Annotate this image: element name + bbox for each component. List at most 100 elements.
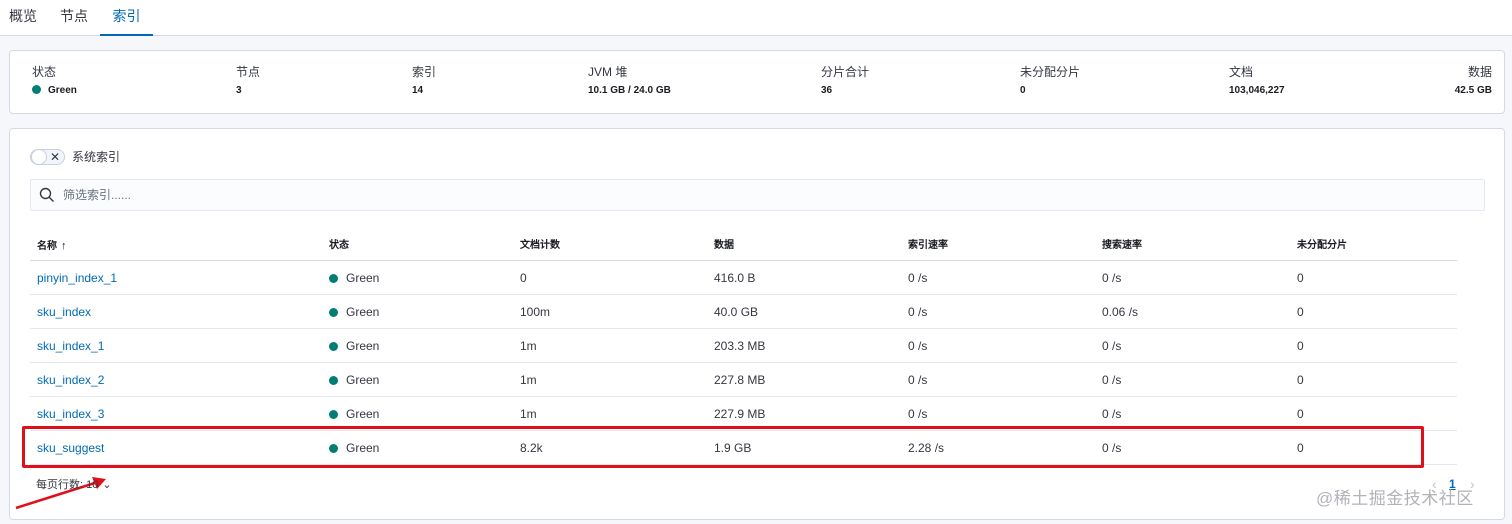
rows-per-page-label: 每页行数: 10	[36, 479, 99, 491]
table-row: pinyin_index_1 Green 0 416.0 B 0 /s 0 /s…	[30, 261, 1457, 295]
index-rate-cell: 2.28 /s	[908, 441, 945, 455]
header-label: 名称	[37, 241, 57, 252]
search-rate-cell: 0 /s	[1102, 339, 1122, 353]
unassigned-shards-cell: 0	[1297, 407, 1304, 421]
search-icon	[39, 187, 54, 202]
tab-indices[interactable]: 索引	[100, 0, 153, 36]
status-dot-icon	[329, 308, 338, 317]
doc-count-cell: 1m	[520, 373, 537, 387]
summary-value: 36	[821, 85, 833, 96]
index-name-link[interactable]: sku_index_2	[37, 373, 104, 387]
table-row: sku_index_1 Green 1m 203.3 MB 0 /s 0 /s …	[30, 329, 1457, 363]
summary-total-shards: 分片合计 36	[821, 65, 869, 97]
summary-value: 10.1 GB / 24.0 GB	[588, 85, 671, 96]
summary-value: 3	[236, 85, 242, 96]
search-rate-cell: 0 /s	[1102, 271, 1122, 285]
system-indices-toggle[interactable]: ✕	[30, 149, 65, 165]
status-dot-icon	[329, 274, 338, 283]
summary-nodes: 节点 3	[236, 65, 260, 97]
column-header-doc-count[interactable]: 文档计数	[520, 240, 560, 252]
toggle-knob	[31, 149, 47, 165]
status-dot-icon	[32, 85, 41, 94]
index-rate-cell: 0 /s	[908, 373, 928, 387]
table-row-highlighted: sku_suggest Green 8.2k 1.9 GB 2.28 /s 0 …	[30, 431, 1457, 465]
table-row: sku_index Green 100m 40.0 GB 0 /s 0.06 /…	[30, 295, 1457, 329]
summary-jvm-heap: JVM 堆 10.1 GB / 24.0 GB	[588, 65, 671, 97]
column-header-status[interactable]: 状态	[329, 240, 349, 252]
status-text: Green	[346, 373, 380, 387]
summary-label: 节点	[236, 65, 261, 79]
summary-label: 索引	[412, 65, 437, 79]
tab-bar: 概览 节点 索引	[0, 0, 1512, 36]
unassigned-shards-cell: 0	[1297, 271, 1304, 285]
data-size-cell: 203.3 MB	[714, 339, 766, 353]
column-header-index-rate[interactable]: 索引速率	[908, 240, 948, 252]
rows-per-page-selector[interactable]: 每页行数: 10 ⌄	[36, 478, 112, 492]
index-rate-cell: 0 /s	[908, 407, 928, 421]
cluster-summary-panel: 状态 Green 节点 3 索引 14 JVM 堆 10.1 GB / 24.0…	[9, 50, 1505, 114]
status-text: Green	[346, 271, 380, 285]
column-header-search-rate[interactable]: 搜索速率	[1102, 240, 1142, 252]
status-dot-icon	[329, 376, 338, 385]
status-text: Green	[346, 407, 380, 421]
table-row: sku_index_3 Green 1m 227.9 MB 0 /s 0 /s …	[30, 397, 1457, 431]
table-header: 名称 ↑ 状态 文档计数 数据 索引速率 搜索速率 未分配分片	[30, 229, 1457, 261]
tab-overview[interactable]: 概览	[9, 0, 37, 36]
unassigned-shards-cell: 0	[1297, 339, 1304, 353]
indices-panel: ✕ 系统索引 名称 ↑ 状态 文档计数 数据 索引速率 搜索速率 未分配分片 pi…	[9, 128, 1505, 520]
index-name-link[interactable]: sku_index	[37, 305, 91, 319]
unassigned-shards-cell: 0	[1297, 441, 1304, 455]
doc-count-cell: 8.2k	[520, 441, 543, 455]
status-dot-icon	[329, 410, 338, 419]
index-name-link[interactable]: sku_index_1	[37, 339, 104, 353]
summary-label: 文档	[1229, 65, 1254, 79]
close-icon: ✕	[50, 150, 61, 164]
status-dot-icon	[329, 342, 338, 351]
search-rate-cell: 0 /s	[1102, 373, 1122, 387]
summary-label: 分片合计	[821, 65, 870, 79]
summary-data: 数据 42.5 GB	[1455, 65, 1492, 97]
tab-nodes[interactable]: 节点	[60, 0, 88, 36]
table-row: sku_index_2 Green 1m 227.8 MB 0 /s 0 /s …	[30, 363, 1457, 397]
summary-unassigned-shards: 未分配分片 0	[1020, 65, 1080, 97]
column-header-name[interactable]: 名称 ↑	[37, 240, 67, 253]
chevron-down-icon: ⌄	[102, 479, 112, 491]
index-rate-cell: 0 /s	[908, 271, 928, 285]
summary-label: JVM 堆	[588, 65, 628, 79]
summary-value: Green	[48, 85, 77, 96]
summary-status: 状态 Green	[32, 65, 77, 97]
data-size-cell: 227.8 MB	[714, 373, 766, 387]
watermark: @稀土掘金技术社区	[1316, 489, 1474, 508]
summary-value: 14	[412, 85, 424, 96]
sort-ascending-icon: ↑	[61, 240, 67, 252]
filter-search-box	[30, 179, 1485, 211]
column-header-unassigned-shards[interactable]: 未分配分片	[1297, 240, 1347, 252]
unassigned-shards-cell: 0	[1297, 373, 1304, 387]
system-indices-label: 系统索引	[72, 150, 121, 164]
unassigned-shards-cell: 0	[1297, 305, 1304, 319]
filter-indices-input[interactable]	[63, 180, 1463, 210]
data-size-cell: 1.9 GB	[714, 441, 752, 455]
status-text: Green	[346, 305, 380, 319]
summary-value: 42.5 GB	[1454, 85, 1492, 96]
data-size-cell: 40.0 GB	[714, 305, 759, 319]
index-name-link[interactable]: pinyin_index_1	[37, 271, 117, 285]
doc-count-cell: 100m	[520, 305, 551, 319]
index-rate-cell: 0 /s	[908, 305, 928, 319]
summary-value: 103,046,227	[1229, 85, 1285, 96]
summary-indices: 索引 14	[412, 65, 436, 97]
doc-count-cell: 1m	[520, 407, 537, 421]
doc-count-cell: 1m	[520, 339, 537, 353]
index-name-link[interactable]: sku_index_3	[37, 407, 104, 421]
search-rate-cell: 0 /s	[1102, 441, 1122, 455]
search-rate-cell: 0 /s	[1102, 407, 1122, 421]
status-dot-icon	[329, 444, 338, 453]
summary-label: 未分配分片	[1020, 65, 1081, 79]
search-rate-cell: 0.06 /s	[1102, 305, 1139, 319]
summary-value: 0	[1020, 85, 1026, 96]
summary-label: 数据	[1467, 65, 1492, 79]
summary-documents: 文档 103,046,227	[1229, 65, 1285, 97]
index-name-link[interactable]: sku_suggest	[37, 441, 104, 455]
data-size-cell: 227.9 MB	[714, 407, 766, 421]
column-header-data[interactable]: 数据	[714, 240, 734, 252]
